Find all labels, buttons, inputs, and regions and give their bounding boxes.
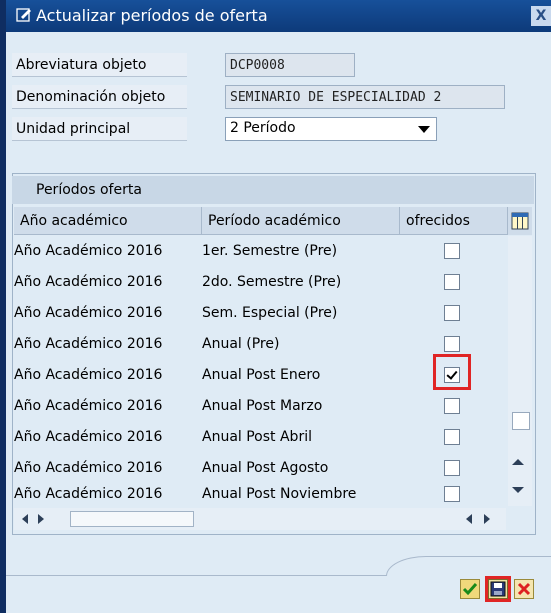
table-row[interactable]: Año Académico 2016 Anual Post Noviembre bbox=[14, 479, 506, 510]
table-settings-icon bbox=[511, 212, 529, 230]
table-row[interactable]: Año Académico 2016 Anual Post Marzo bbox=[14, 391, 506, 422]
offered-checkbox[interactable] bbox=[444, 336, 460, 352]
year-cell: Año Académico 2016 bbox=[14, 336, 163, 352]
offered-checkbox[interactable] bbox=[444, 305, 460, 321]
column-header-offered[interactable]: ofrecidos bbox=[400, 207, 508, 235]
save-highlight bbox=[485, 576, 511, 602]
period-cell: 1er. Semestre (Pre) bbox=[202, 243, 338, 259]
offered-checkbox[interactable] bbox=[444, 460, 460, 476]
period-cell: Anual Post Noviembre bbox=[202, 486, 357, 502]
name-label: Denominación objeto bbox=[12, 85, 187, 109]
vertical-scrollbar[interactable] bbox=[508, 236, 532, 506]
table-row[interactable]: Año Académico 2016 1er. Semestre (Pre) bbox=[14, 236, 506, 267]
confirm-button[interactable] bbox=[460, 579, 480, 599]
group-title: Períodos oferta bbox=[12, 176, 534, 204]
year-cell: Año Académico 2016 bbox=[14, 243, 163, 259]
scroll-down-icon[interactable] bbox=[512, 487, 524, 493]
offered-checkbox[interactable] bbox=[444, 243, 460, 259]
scroll-right-icon[interactable] bbox=[484, 514, 490, 524]
footer-divider bbox=[6, 575, 386, 576]
scroll-left-icon[interactable] bbox=[466, 514, 472, 524]
vertical-scroll-thumb[interactable] bbox=[512, 412, 530, 430]
dropdown-arrow-icon[interactable] bbox=[418, 126, 430, 133]
checkbox-highlight bbox=[433, 354, 471, 390]
offered-checkbox[interactable] bbox=[444, 429, 460, 445]
offered-checkbox[interactable] bbox=[444, 486, 460, 502]
horizontal-scrollbar[interactable] bbox=[14, 508, 506, 530]
period-cell: Anual (Pre) bbox=[202, 336, 280, 352]
scroll-left-icon[interactable] bbox=[22, 514, 28, 524]
horizontal-scroll-thumb[interactable] bbox=[70, 511, 194, 527]
year-cell: Año Académico 2016 bbox=[14, 274, 163, 290]
edit-icon bbox=[16, 8, 31, 22]
footer-curve bbox=[386, 556, 551, 576]
scroll-right-icon[interactable] bbox=[38, 514, 44, 524]
table-settings-button[interactable] bbox=[508, 207, 532, 235]
name-field[interactable]: SEMINARIO DE ESPECIALIDAD 2 bbox=[225, 85, 505, 109]
unit-select[interactable]: 2 Período bbox=[225, 117, 437, 141]
year-cell: Año Académico 2016 bbox=[14, 429, 163, 445]
offered-checkbox[interactable] bbox=[444, 274, 460, 290]
abbr-label: Abreviatura objeto bbox=[12, 53, 187, 77]
unit-label: Unidad principal bbox=[12, 117, 187, 141]
cancel-button[interactable] bbox=[514, 579, 534, 599]
close-button[interactable]: X bbox=[531, 6, 551, 26]
abbr-field[interactable]: DCP0008 bbox=[225, 53, 355, 77]
unit-select-value: 2 Período bbox=[230, 120, 296, 136]
table-row[interactable]: Año Académico 2016 Anual Post Abril bbox=[14, 422, 506, 453]
period-cell: Sem. Especial (Pre) bbox=[202, 305, 338, 321]
table-row[interactable]: Año Académico 2016 2do. Semestre (Pre) bbox=[14, 267, 506, 298]
period-cell: 2do. Semestre (Pre) bbox=[202, 274, 342, 290]
period-cell: Anual Post Marzo bbox=[202, 398, 323, 414]
table-row[interactable]: Año Académico 2016 Sem. Especial (Pre) bbox=[14, 298, 506, 329]
title-bar: Actualizar períodos de oferta X bbox=[6, 0, 551, 32]
year-cell: Año Académico 2016 bbox=[14, 486, 163, 502]
window-title: Actualizar períodos de oferta bbox=[36, 6, 268, 25]
cancel-icon bbox=[517, 582, 531, 596]
year-cell: Año Académico 2016 bbox=[14, 305, 163, 321]
column-header-year[interactable]: Año académico bbox=[14, 207, 202, 235]
year-cell: Año Académico 2016 bbox=[14, 398, 163, 414]
period-cell: Anual Post Enero bbox=[202, 367, 321, 383]
year-cell: Año Académico 2016 bbox=[14, 367, 163, 383]
offered-checkbox[interactable] bbox=[444, 398, 460, 414]
scroll-up-icon[interactable] bbox=[512, 459, 524, 465]
dialog-window: Actualizar períodos de oferta X Abreviat… bbox=[0, 0, 551, 613]
check-icon bbox=[462, 583, 478, 596]
period-cell: Anual Post Abril bbox=[202, 429, 312, 445]
left-border bbox=[0, 0, 6, 613]
column-header-period[interactable]: Período académico bbox=[202, 207, 400, 235]
